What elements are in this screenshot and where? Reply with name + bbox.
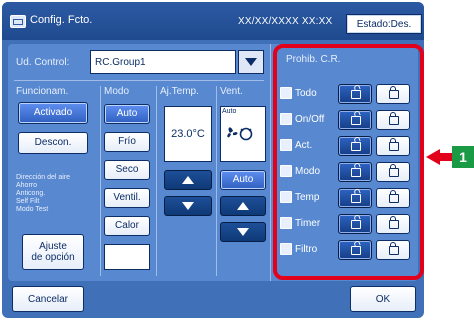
arrow-up-icon [182,176,194,184]
descon-button[interactable]: Descon. [18,132,88,154]
header-funcionam: Funcionam. [16,86,69,97]
info-dir: Dirección del aire [16,174,71,181]
datetime: XX/XX/XXXX XX:XX [238,16,333,27]
divider [216,86,217,276]
callout-badge: 1 [452,146,474,168]
status-button[interactable]: Estado:Des. [346,14,422,34]
config-screen: Config. Fcto. XX/XX/XXXX XX:XX Estado:De… [2,2,424,318]
mode-ventil-button[interactable]: Ventil. [104,188,150,208]
callout-arrow-icon [426,149,440,165]
mode-seco-button[interactable]: Seco [104,160,150,180]
ajuste-line2: de opción [31,252,75,263]
highlight-frame [273,44,424,280]
ok-button[interactable]: OK [350,286,416,312]
arrow-up-icon [237,202,249,210]
header-ajtemp: Aj.Temp. [160,86,199,97]
header-modo: Modo [104,86,130,97]
arrow-down-icon [237,228,249,236]
callout-arrow-tail [440,153,452,161]
info-anticong: Anticong. [16,190,46,197]
divider [100,86,101,276]
title-bar: Config. Fcto. XX/XX/XXXX XX:XX Estado:De… [2,2,424,40]
mode-auto-button[interactable]: Auto [104,104,150,124]
window-icon [10,15,26,28]
temperature-display: 23.0°C [164,106,212,162]
mode-empty-box [104,244,150,270]
unit-dropdown-button[interactable] [238,50,264,74]
mode-calor-button[interactable]: Calor [104,216,150,236]
ajuste-opcion-button[interactable]: Ajuste de opción [22,234,84,270]
ajuste-line1: Ajuste [39,240,67,252]
info-ahorro: Ahorro [16,182,38,189]
window-title: Config. Fcto. [30,14,93,26]
header-vent: Vent. [220,86,243,97]
divider [14,80,264,81]
mode-frio-button[interactable]: Frío [104,132,150,152]
fan-auto-label: Auto [222,108,237,115]
cancel-button[interactable]: Cancelar [12,286,84,312]
divider [270,44,271,281]
fan-auto-button[interactable]: Auto [220,170,266,190]
fan-up-button[interactable] [220,196,266,216]
unit-label: Ud. Control: [16,57,70,68]
unit-control-field[interactable]: RC.Group1 [90,50,236,74]
chevron-down-icon [245,58,257,66]
info-modo-test: Modo Test [16,206,49,213]
temp-up-button[interactable] [164,170,212,190]
arrow-down-icon [182,202,194,210]
unit-control-value: RC.Group1 [95,56,146,68]
fan-down-button[interactable] [220,222,266,242]
activado-button[interactable]: Activado [18,102,88,124]
divider [156,86,157,276]
info-self-filt: Self Filt [16,198,40,205]
temp-down-button[interactable] [164,196,212,216]
fan-icon [227,127,253,141]
